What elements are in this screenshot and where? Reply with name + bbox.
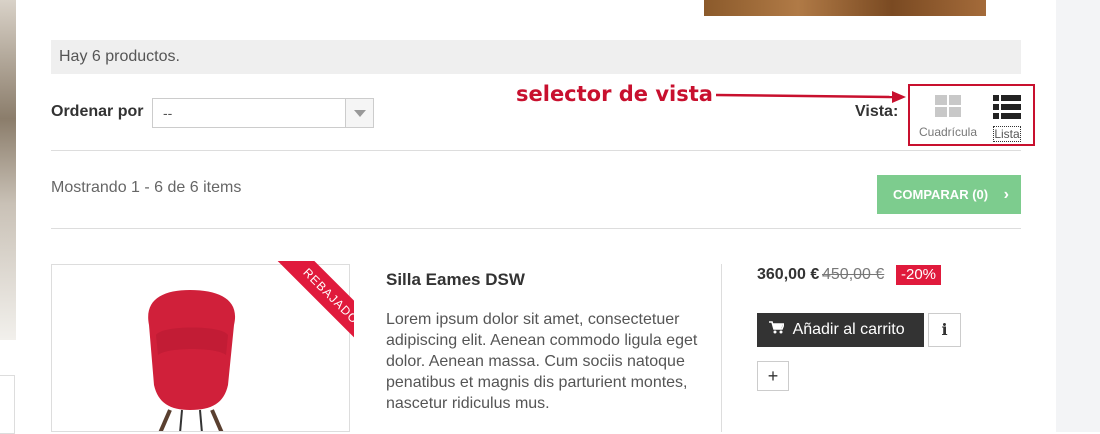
product-description: Lorem ipsum dolor sit amet, consectetuer…	[386, 311, 698, 412]
right-gutter	[1056, 0, 1100, 432]
pagination-summary: Mostrando 1 - 6 de 6 items	[51, 179, 242, 196]
add-to-cart-label: Añadir al carrito	[792, 321, 905, 338]
product-title[interactable]: Silla Eames DSW	[386, 270, 525, 290]
info-icon: i	[941, 320, 948, 339]
category-banner-image	[704, 0, 986, 16]
divider	[51, 228, 1021, 229]
column-divider	[721, 264, 722, 432]
list-view-icon	[993, 95, 1021, 119]
view-label: Vista:	[855, 103, 899, 120]
view-list-label: Lista	[993, 126, 1021, 142]
sort-select-value: --	[163, 105, 173, 121]
sort-select[interactable]: --	[152, 98, 374, 128]
cart-icon	[769, 313, 789, 347]
view-list-button[interactable]: Lista	[988, 94, 1026, 142]
sort-label: Ordenar por	[51, 103, 144, 120]
plus-icon: +	[767, 366, 779, 386]
sale-ribbon: REBAJADO	[262, 261, 354, 353]
chevron-down-icon[interactable]	[345, 99, 373, 127]
product-price: 360,00 €	[757, 266, 820, 283]
discount-badge: -20%	[896, 265, 942, 285]
chevron-right-icon: ›	[1003, 186, 1009, 203]
info-button[interactable]: i	[928, 313, 961, 347]
grid-view-icon	[935, 95, 961, 117]
divider	[51, 150, 1021, 151]
compare-button-label: COMPARAR (0)	[893, 187, 989, 202]
sale-ribbon-text: REBAJADO	[268, 261, 354, 353]
side-panel-fragment	[0, 375, 15, 434]
add-to-cart-button[interactable]: Añadir al carrito	[757, 313, 924, 347]
add-to-compare-button[interactable]: +	[757, 361, 789, 391]
side-image-fragment	[0, 0, 16, 340]
product-old-price: 450,00 €	[822, 266, 885, 283]
annotation-text: selector de vista	[516, 82, 713, 106]
compare-button[interactable]: COMPARAR (0) ›	[877, 175, 1021, 214]
product-count: Hay 6 productos.	[51, 40, 1021, 74]
view-grid-button[interactable]: Cuadrícula	[917, 94, 979, 139]
view-grid-label: Cuadrícula	[918, 125, 978, 139]
